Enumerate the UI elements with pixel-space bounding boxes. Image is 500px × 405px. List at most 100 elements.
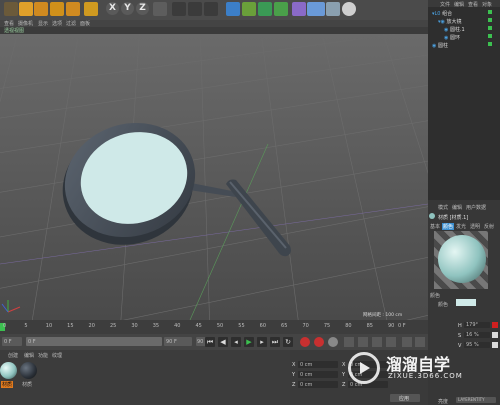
mat-menu-function[interactable]: 功能 [38,352,48,359]
subdivision-icon[interactable] [258,2,272,16]
viewport-menu-view[interactable]: 查看 [4,20,14,27]
material-thumbnail-1[interactable] [0,362,17,379]
viewport-menu-options[interactable]: 选项 [52,20,62,27]
s-slider[interactable] [492,332,498,338]
om-menu-edit[interactable]: 编辑 [454,1,464,8]
timeline-tick-label: 40 [174,323,181,329]
tab-reflectance[interactable]: 反射 [484,223,494,230]
render-settings-icon[interactable] [204,2,218,16]
position-x-field[interactable]: 0 cm [298,361,338,368]
visibility-dot-icon[interactable] [488,42,492,46]
axis-y-button[interactable]: Y [121,2,134,15]
floor-icon[interactable] [307,2,325,16]
om-menu-object[interactable]: 对象 [482,1,492,8]
color-swatch[interactable] [456,299,476,306]
timeline-menu-icon[interactable] [415,337,425,347]
camera-icon[interactable] [326,2,340,16]
light-icon[interactable] [342,2,356,16]
viewport-menu-panel[interactable]: 面板 [80,20,90,27]
position-z-field[interactable]: 0 cm [298,381,338,388]
next-frame-icon[interactable]: ▸ [257,337,267,347]
om-menu-view[interactable]: 查看 [468,1,478,8]
om-item-magnifier[interactable]: ▾◉ 放大镜 [438,18,461,25]
s-label: S [458,333,462,339]
om-item-cylinder-1[interactable]: ◉ 圆柱.1 [444,26,465,33]
viewport-menu-camera[interactable]: 摄像机 [18,20,33,27]
scale-key-icon[interactable] [358,337,368,347]
keyframe-selection-icon[interactable] [328,337,338,347]
viewport-tab-label[interactable]: 透视视图 [4,27,24,34]
frame-range-slider[interactable]: 0 F [26,337,162,346]
tab-color[interactable]: 颜色 [442,223,455,230]
prev-key-icon[interactable]: ◀ [218,337,228,347]
move-icon[interactable] [34,2,48,16]
brightness-label: 亮度 [438,399,449,405]
v-slider[interactable] [492,342,498,348]
record-icon[interactable] [300,337,310,347]
start-frame-field[interactable]: 0 F [2,337,22,346]
cube-icon[interactable] [226,2,240,16]
axis-x-button[interactable]: X [106,2,119,15]
deformer-icon[interactable] [292,2,306,16]
perspective-viewport[interactable]: 网格间距 : 100 cm [0,34,428,320]
h-slider[interactable] [492,322,498,328]
material-preview[interactable] [434,231,488,289]
om-item-torus[interactable]: ◉ 圆环 [444,34,460,41]
timeline[interactable]: 0 5 10 15 20 25 30 35 40 45 50 55 60 65 70 75 80 85 90 0 F [0,320,428,334]
h-field[interactable]: 179° [464,322,490,328]
loop-icon[interactable]: ↻ [283,337,293,347]
attr-menu-edit[interactable]: 编辑 [452,204,462,211]
s-field[interactable]: 16 % [464,332,490,338]
position-y-field[interactable]: 0 cm [298,371,338,378]
om-item-group[interactable]: ▾L0 组合 [432,10,452,17]
visibility-dot-icon[interactable] [488,18,492,22]
tab-transparency[interactable]: 透明 [470,223,480,230]
select-icon[interactable] [19,2,33,16]
go-end-icon[interactable]: ⏭ [270,337,280,347]
v-field[interactable]: 95 % [464,342,490,348]
om-item-cylinder[interactable]: ◉ 圆柱 [432,42,448,49]
tab-luminance[interactable]: 发光 [456,223,466,230]
material-label-1[interactable]: 材质 [1,381,14,388]
param-key-icon[interactable] [386,337,396,347]
timeline-tick-label: 60 [259,323,267,329]
viewport-menu-display[interactable]: 显示 [38,20,48,27]
visibility-dot-icon[interactable] [488,10,492,14]
material-icon [429,213,435,219]
autokey-icon[interactable] [314,337,324,347]
array-icon[interactable] [274,2,288,16]
render-picture-icon[interactable] [188,2,202,16]
material-label-2[interactable]: 材质 [22,381,32,388]
layer-button[interactable]: LAYERENTITY [456,397,496,403]
plus-icon[interactable] [84,2,98,16]
attr-menu-userdata[interactable]: 用户数据 [466,204,486,211]
mat-menu-create[interactable]: 创建 [8,352,18,359]
visibility-dot-icon[interactable] [488,26,492,30]
mat-menu-edit[interactable]: 编辑 [24,352,34,359]
viewport-menu-filter[interactable]: 过滤 [66,20,76,27]
prev-frame-icon[interactable]: ◂ [231,337,241,347]
attr-menu-mode[interactable]: 模式 [438,204,448,211]
coord-row-z: Z 0 cm Z 0 cm [292,381,388,388]
pen-icon[interactable] [242,2,256,16]
move-key-icon[interactable] [344,337,354,347]
apply-button[interactable]: 应用 [390,394,420,402]
go-start-icon[interactable]: ⏮ [205,337,215,347]
undo-icon[interactable] [4,2,18,16]
mat-menu-texture[interactable]: 纹理 [52,352,62,359]
visibility-dot-icon[interactable] [488,34,492,38]
tab-basic[interactable]: 基本 [430,223,440,230]
coordinate-system-icon[interactable] [153,2,167,16]
om-menu-file[interactable]: 文件 [440,1,450,8]
render-view-icon[interactable] [172,2,186,16]
axis-z-button[interactable]: Z [136,2,149,15]
timeline-tick-label: 35 [152,323,160,329]
material-thumbnail-2[interactable] [20,362,37,379]
pla-key-icon[interactable] [402,337,412,347]
rotate-icon[interactable] [66,2,80,16]
rotate-key-icon[interactable] [372,337,382,347]
play-icon[interactable]: ▶ [244,337,254,347]
v-label: V [458,343,462,349]
end-frame-field[interactable]: 90 F [164,337,192,346]
scale-icon[interactable] [50,2,64,16]
